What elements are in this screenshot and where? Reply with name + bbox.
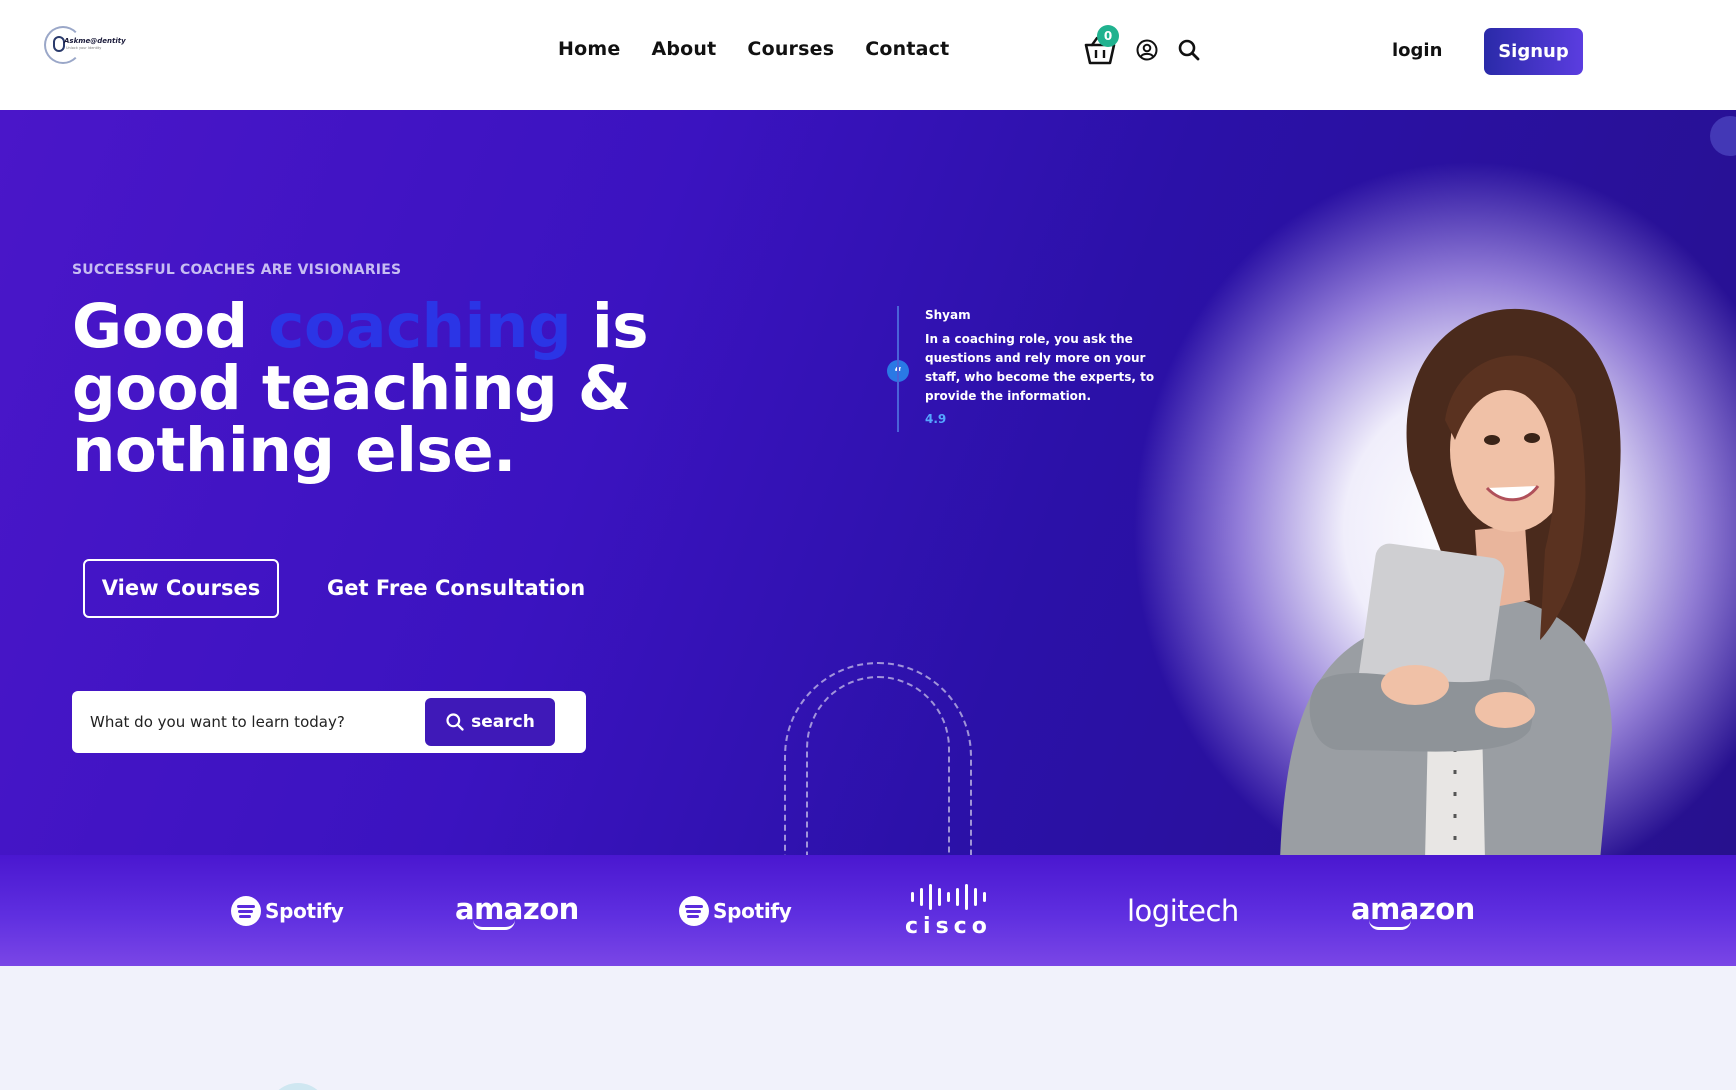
nav-about[interactable]: About: [651, 38, 716, 60]
login-link[interactable]: login: [1392, 40, 1442, 61]
testimonial-author: Shyam: [925, 308, 971, 322]
site-header: Askme@dentity Unlock your Identity Home …: [0, 0, 1736, 110]
brand-name: cisco: [905, 914, 992, 939]
amazon-smile-icon: [1369, 920, 1411, 930]
user-account-icon[interactable]: [1135, 38, 1159, 62]
brand-logo-cisco: cisco: [905, 855, 992, 966]
search-icon[interactable]: [1177, 38, 1201, 62]
brand-logo-spotify-2: Spotify: [679, 855, 792, 966]
brand-name: logitech: [1127, 893, 1239, 928]
decorative-arch-inner: [806, 676, 950, 855]
cisco-bars-icon: [910, 882, 986, 912]
course-search-box: search: [72, 691, 586, 753]
search-button-icon: [446, 713, 464, 731]
amazon-smile-icon: [473, 920, 515, 930]
nav-home[interactable]: Home: [558, 38, 620, 60]
main-nav: Home About Courses Contact: [558, 38, 980, 60]
free-consultation-link[interactable]: Get Free Consultation: [327, 576, 585, 600]
search-button-label: search: [471, 712, 535, 732]
nav-contact[interactable]: Contact: [865, 38, 949, 60]
brand-logo-logitech: logitech: [1127, 855, 1239, 966]
search-button[interactable]: search: [425, 698, 555, 746]
next-section: [0, 966, 1736, 1090]
logo-text: Askme@dentity: [64, 37, 126, 45]
brand-logo-amazon-2: amazon: [1351, 855, 1475, 966]
hero-eyebrow: SUCCESSFUL COACHES ARE VISIONARIES: [72, 262, 402, 278]
brand-name: Spotify: [265, 898, 344, 923]
testimonial-card: Shyam In a coaching role, you ask the qu…: [897, 306, 1187, 432]
brand-logo-amazon: amazon: [455, 855, 579, 966]
headline-highlight: coaching: [268, 291, 572, 362]
hero-portrait-image: [1280, 308, 1621, 855]
signup-button[interactable]: Signup: [1484, 28, 1583, 75]
brand-logo[interactable]: Askme@dentity Unlock your Identity: [44, 26, 126, 64]
nav-courses[interactable]: Courses: [747, 38, 834, 60]
spotify-icon: [679, 895, 709, 926]
hero-section: SUCCESSFUL COACHES ARE VISIONARIES Good …: [0, 110, 1736, 855]
course-search-input[interactable]: [90, 705, 390, 739]
cart-count-badge: 0: [1097, 25, 1119, 47]
hero-headline: Good coaching is good teaching & nothing…: [72, 296, 792, 482]
partner-logos-strip: Spotify amazon Spotify cisco logitech am…: [0, 855, 1736, 966]
logo-tagline: Unlock your Identity: [66, 46, 102, 50]
spotify-icon: [231, 895, 261, 926]
headline-part1: Good: [72, 291, 269, 362]
view-courses-button[interactable]: View Courses: [83, 559, 279, 618]
side-widget-icon[interactable]: [1710, 116, 1736, 156]
brand-name: Spotify: [713, 898, 792, 923]
testimonial-text: In a coaching role, you ask the question…: [925, 332, 1155, 403]
brand-logo-spotify: Spotify: [231, 855, 344, 966]
testimonial-rating: 4.9: [925, 412, 947, 426]
